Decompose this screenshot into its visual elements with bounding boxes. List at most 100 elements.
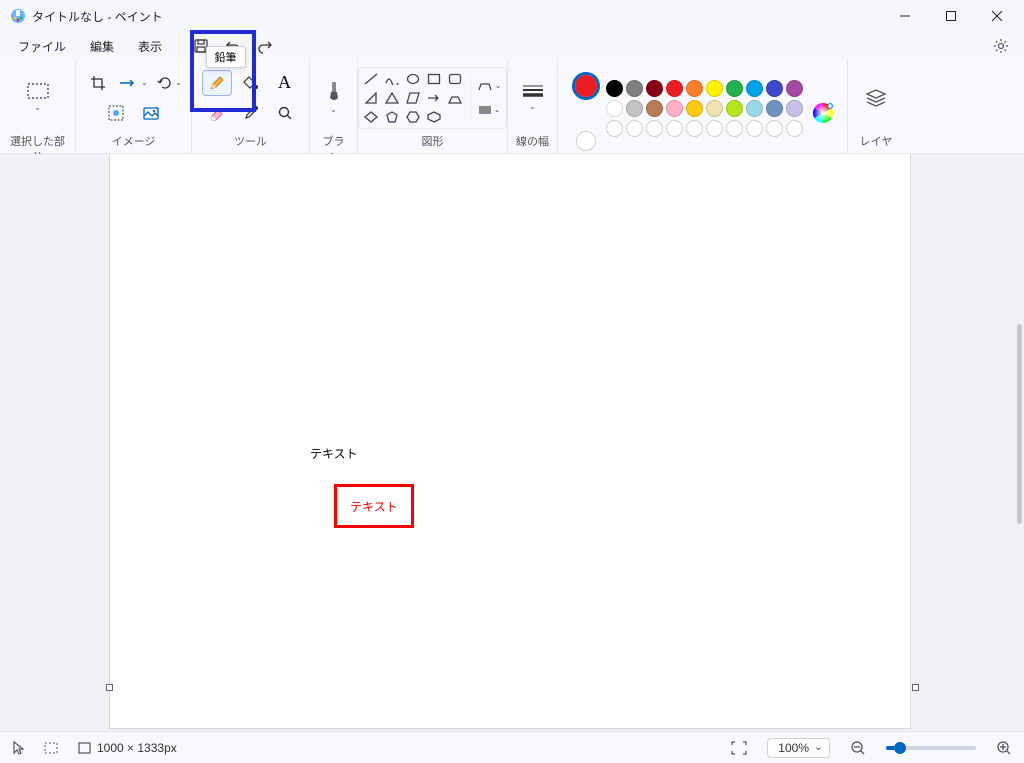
color-swatch[interactable] — [606, 100, 623, 117]
window-title: タイトルなし - ペイント — [32, 8, 163, 25]
color-swatch[interactable] — [786, 80, 803, 97]
color-swatch-empty[interactable] — [766, 120, 783, 137]
group-color: 色 — [558, 60, 848, 153]
chevron-down-icon: ⌄ — [529, 102, 536, 111]
color-swatch-empty[interactable] — [666, 120, 683, 137]
color-swatch[interactable] — [646, 100, 663, 117]
color-swatch[interactable] — [686, 100, 703, 117]
statusbar: 1000 × 1333px 100% — [0, 731, 1024, 763]
close-button[interactable] — [974, 0, 1020, 32]
maximize-button[interactable] — [928, 0, 974, 32]
redo-button[interactable] — [250, 33, 280, 59]
fit-screen-button[interactable] — [731, 741, 747, 755]
group-shapes: ⌄ ⌄ 図形 — [358, 60, 508, 153]
cursor-position — [12, 741, 24, 755]
rotate-button[interactable]: ⌄ — [155, 70, 185, 96]
color-swatch-empty[interactable] — [726, 120, 743, 137]
pencil-tool[interactable] — [202, 70, 232, 96]
resize-button[interactable]: ⌄ — [119, 70, 149, 96]
group-line-width: ⌄ 線の幅 — [508, 60, 558, 153]
group-tools: 鉛筆 A ツール — [192, 60, 310, 153]
fill-tool[interactable] — [236, 70, 266, 96]
group-image: ⌄ ⌄ イメージ — [76, 60, 192, 153]
color-swatch[interactable] — [626, 100, 643, 117]
paint-app-icon — [10, 8, 26, 24]
resize-handle[interactable] — [912, 684, 919, 691]
color-swatch[interactable] — [706, 80, 723, 97]
canvas[interactable]: テキスト テキスト — [110, 154, 910, 728]
group-selection: ⌄ 選択した部分 — [0, 60, 76, 153]
group-label: レイヤー — [856, 129, 896, 153]
color-swatch-empty[interactable] — [706, 120, 723, 137]
color-swatch[interactable] — [746, 100, 763, 117]
shape-outline-button[interactable]: ⌄ — [475, 75, 503, 97]
group-label: イメージ — [84, 129, 183, 153]
chevron-down-icon: ⌄ — [34, 103, 41, 112]
canvas-size-text: 1000 × 1333px — [97, 741, 177, 755]
color-swatch-empty[interactable] — [686, 120, 703, 137]
color-swatch-empty[interactable] — [606, 120, 623, 137]
edit-colors-button[interactable] — [809, 99, 837, 127]
color-swatch[interactable] — [706, 100, 723, 117]
tooltip-pencil: 鉛筆 — [206, 46, 246, 68]
color-swatch[interactable] — [686, 80, 703, 97]
canvas-area: テキスト テキスト — [0, 154, 1024, 731]
text-tool[interactable]: A — [270, 70, 300, 96]
group-label: 図形 — [366, 129, 499, 153]
color-swatch[interactable] — [646, 80, 663, 97]
magnifier-tool[interactable] — [270, 100, 300, 126]
ai-image-button[interactable] — [137, 100, 167, 126]
color-swatch[interactable] — [726, 80, 743, 97]
resize-handle[interactable] — [106, 684, 113, 691]
ribbon: ⌄ 選択した部分 ⌄ ⌄ イメージ 鉛筆 A — [0, 60, 1024, 154]
shape-fill-button[interactable]: ⌄ — [475, 99, 503, 121]
color-swatch[interactable] — [766, 100, 783, 117]
group-layers: レイヤー — [848, 60, 904, 153]
group-brush: ⌄ ブラシ — [310, 60, 358, 153]
vertical-scrollbar[interactable] — [1017, 324, 1022, 524]
canvas-size: 1000 × 1333px — [78, 741, 177, 755]
color-swatch[interactable] — [746, 80, 763, 97]
group-label: ブラシ — [318, 129, 349, 153]
zoom-out-button[interactable] — [850, 740, 866, 756]
color-swatch[interactable] — [606, 80, 623, 97]
settings-button[interactable] — [986, 32, 1016, 60]
chevron-down-icon: ⌄ — [330, 105, 337, 114]
selection-size — [44, 742, 58, 754]
titlebar: タイトルなし - ペイント — [0, 0, 1024, 32]
color-primary[interactable] — [572, 72, 600, 100]
color-swatch[interactable] — [766, 80, 783, 97]
crop-button[interactable] — [83, 70, 113, 96]
menubar: ファイル 編集 表示 — [0, 32, 1024, 60]
color-swatch-empty[interactable] — [746, 120, 763, 137]
eraser-tool[interactable] — [202, 100, 232, 126]
group-label: 線の幅 — [516, 129, 549, 153]
shapes-palette[interactable] — [362, 71, 464, 125]
color-secondary[interactable] — [576, 131, 596, 151]
color-swatch[interactable] — [626, 80, 643, 97]
menu-view[interactable]: 表示 — [128, 34, 172, 59]
menu-edit[interactable]: 編集 — [80, 34, 124, 59]
layers-button[interactable] — [856, 78, 896, 118]
line-width-button[interactable]: ⌄ — [516, 78, 549, 118]
color-swatch[interactable] — [666, 100, 683, 117]
menu-file[interactable]: ファイル — [8, 34, 76, 59]
color-swatch[interactable] — [786, 100, 803, 117]
zoom-in-button[interactable] — [996, 740, 1012, 756]
color-palette — [606, 80, 803, 137]
minimize-button[interactable] — [882, 0, 928, 32]
canvas-text-boxed: テキスト — [334, 484, 414, 528]
remove-background-button[interactable] — [101, 100, 131, 126]
color-swatch-empty[interactable] — [646, 120, 663, 137]
zoom-dropdown[interactable]: 100% — [767, 738, 830, 758]
canvas-text: テキスト — [310, 445, 358, 462]
color-swatch[interactable] — [666, 80, 683, 97]
color-swatch-empty[interactable] — [626, 120, 643, 137]
brush-tool[interactable]: ⌄ — [318, 78, 349, 118]
group-label: 選択した部分 — [8, 129, 67, 153]
zoom-slider[interactable] — [886, 746, 976, 750]
selection-tool[interactable]: ⌄ — [18, 78, 58, 118]
color-picker-tool[interactable] — [236, 100, 266, 126]
color-swatch-empty[interactable] — [786, 120, 803, 137]
color-swatch[interactable] — [726, 100, 743, 117]
